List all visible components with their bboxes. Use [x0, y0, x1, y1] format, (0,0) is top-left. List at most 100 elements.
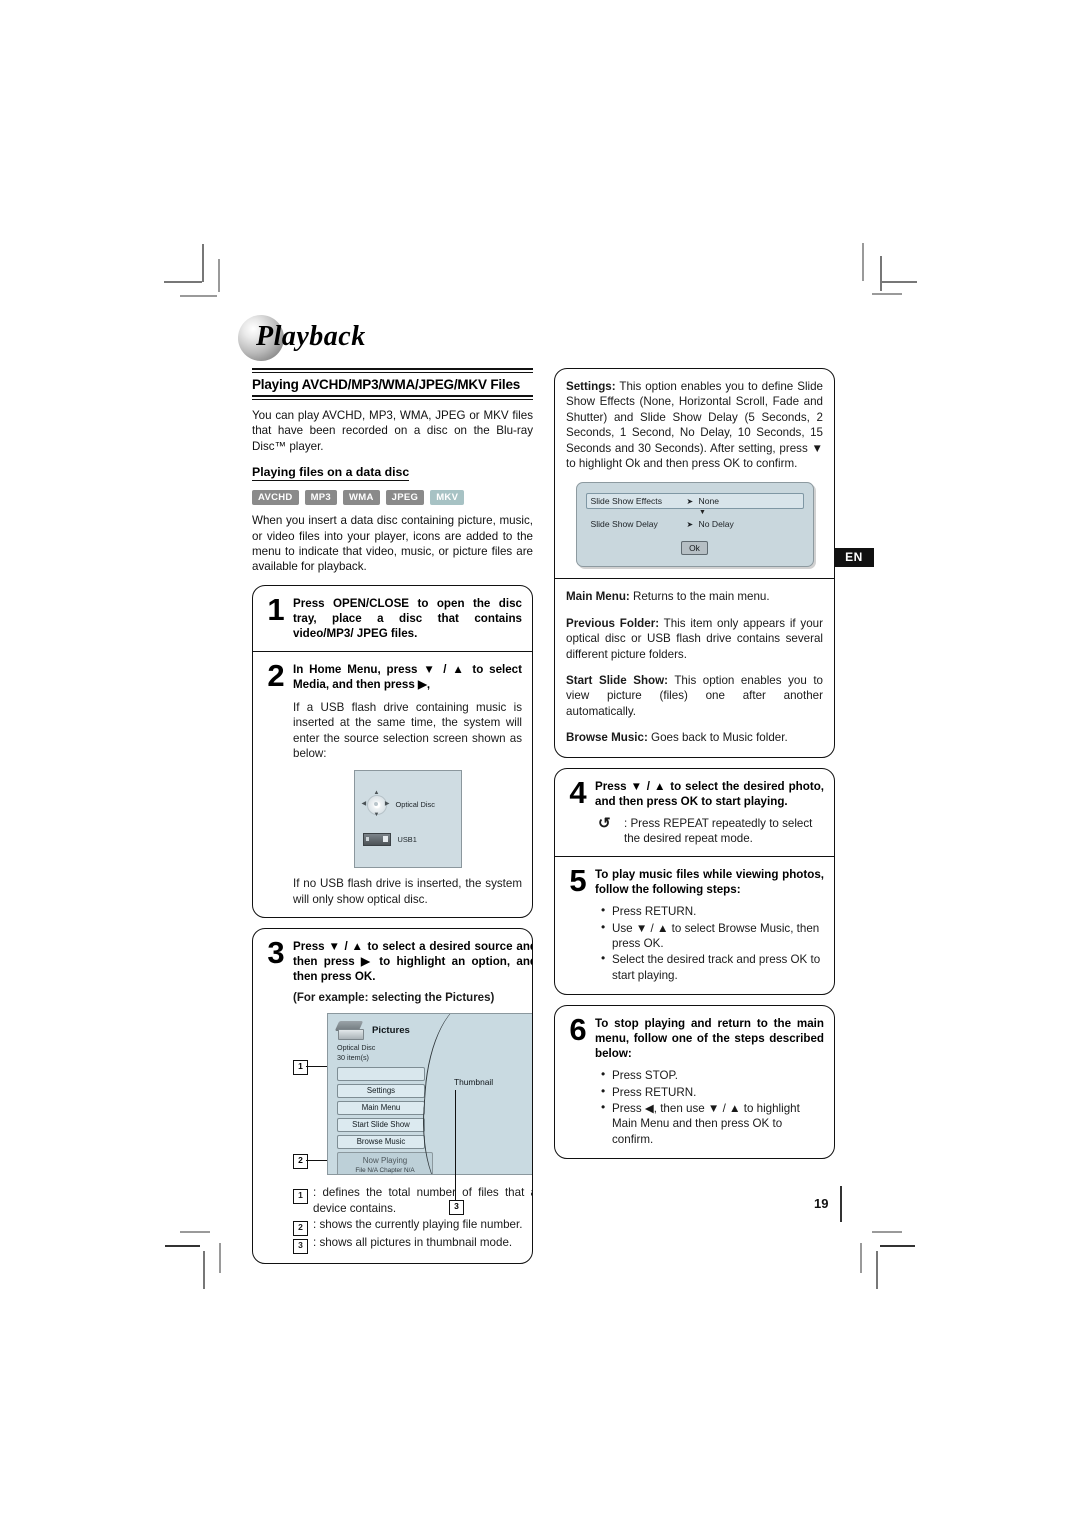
section-rule-top — [252, 368, 533, 373]
definition-browse-music-text: Goes back to Music folder. — [647, 731, 788, 745]
step-6: 6 To stop playing and return to the main… — [555, 1006, 834, 1158]
source-option-usb[interactable]: USB1 — [362, 833, 417, 847]
step-6-bullets: Press STOP. Press RETURN. Press ◀, then … — [595, 1067, 824, 1147]
footnote-2-text: : shows the currently playing file numbe… — [313, 1218, 523, 1232]
badge-mkv: MKV — [430, 490, 465, 506]
footnote-2-number: 2 — [293, 1221, 308, 1237]
step-3-number: 3 — [267, 935, 285, 971]
chapter-title: Playback — [256, 321, 366, 352]
callout-footnotes: 1 : defines the total number of files th… — [293, 1185, 532, 1255]
intro-paragraph: You can play AVCHD, MP3, WMA, JPEG or MK… — [252, 409, 533, 453]
crop-mark-bl-v — [203, 1251, 205, 1289]
pictures-btn-browse-music[interactable]: Browse Music — [337, 1135, 425, 1150]
step-5-bullets: Press RETURN. Use ▼ / ▲ to select Browse… — [595, 903, 824, 983]
definition-previous-folder-label: Previous Folder: — [566, 616, 660, 630]
crop-mark-tl-h2 — [180, 295, 217, 297]
format-badge-list: AVCHD MP3 WMA JPEG MKV — [252, 490, 533, 506]
crop-mark-bl-h — [180, 1231, 210, 1233]
step-4-text: Press ▼ / ▲ to select the desired photo,… — [595, 779, 824, 808]
step-6-number: 6 — [569, 1012, 587, 1048]
pictures-button-list: Settings Main Menu Start Slide Show Brow… — [337, 1067, 425, 1150]
definition-main-menu-label: Main Menu: — [566, 590, 630, 604]
folder-icon — [334, 1021, 364, 1041]
source-option-optical-disc[interactable]: ▲ ▼ ◀ ▶ Optical Disc — [362, 790, 435, 819]
chapter-header: Playback — [238, 315, 538, 363]
step-2-text: In Home Menu, press ▼ / ▲ to select Medi… — [293, 662, 522, 691]
callout-marker-1: 1 — [293, 1060, 308, 1076]
settings-label: Settings: — [566, 380, 616, 393]
crop-mark-tl-h — [164, 281, 202, 283]
dialog-row-slide-show-effects[interactable]: Slide Show Effects ➤ None — [585, 493, 804, 510]
callout-leader-2 — [306, 1160, 327, 1162]
step-4: 4 Press ▼ / ▲ to select the desired phot… — [555, 769, 834, 856]
step-5: 5 To play music files while viewing phot… — [555, 856, 834, 994]
now-playing-panel: Now Playing File N/A Chapter N/A — [337, 1152, 433, 1175]
crop-mark-br-h — [880, 1245, 915, 1247]
step-1-number: 1 — [267, 591, 285, 627]
definition-main-menu: Main Menu: Returns to the main menu. — [566, 589, 823, 604]
slide-show-effects-value: None — [698, 496, 720, 507]
step-6-bullet-1: Press STOP. — [601, 1067, 824, 1083]
step-3-text: Press ▼ / ▲ to select a desired source a… — [293, 940, 533, 984]
footnote-3: 3 : shows all pictures in thumbnail mode… — [293, 1235, 532, 1255]
dialog-row-slide-show-delay[interactable]: Slide Show Delay ➤ No Delay — [586, 516, 804, 532]
left-column: Playing AVCHD/MP3/WMA/JPEG/MKV Files You… — [252, 368, 533, 1265]
definition-main-menu-text: Returns to the main menu. — [629, 590, 770, 604]
definition-start-slide-show-label: Start Slide Show: — [566, 674, 668, 688]
settings-text: This option enables you to define Slide … — [566, 380, 823, 471]
section-rule-bottom — [252, 395, 533, 400]
step-5-bullet-3: Select the desired track and press OK to… — [601, 951, 824, 983]
page-title: Playing AVCHD/MP3/WMA/JPEG/MKV Files — [252, 377, 521, 392]
callout-leader-3 — [455, 1090, 456, 1201]
callout-marker-3: 3 — [449, 1200, 464, 1216]
badge-mp3: MP3 — [304, 490, 338, 506]
slide-show-effects-label: Slide Show Effects — [590, 496, 663, 507]
crop-mark-bl-h2 — [165, 1245, 200, 1247]
subsection-title: Playing files on a data disc — [252, 465, 410, 482]
language-tab: EN — [834, 548, 874, 567]
footnote-2: 2 : shows the currently playing file num… — [293, 1217, 532, 1237]
repeat-icon: ↺ — [598, 814, 611, 832]
manual-page: Playback EN 19 Playing AVCHD/MP3/WMA/JPE… — [0, 0, 1080, 1528]
usb-drive-icon — [362, 833, 391, 847]
definition-browse-music-label: Browse Music: — [566, 731, 648, 745]
source-selection-screen: ▲ ▼ ◀ ▶ Optical Disc USB1 — [353, 770, 462, 869]
step-4-repeat-text: : Press REPEAT repeatedly to select the … — [624, 816, 813, 845]
crop-mark-bl-v2 — [219, 1243, 221, 1273]
pictures-btn-main-menu[interactable]: Main Menu — [337, 1101, 425, 1116]
pictures-header: Pictures — [328, 1014, 532, 1041]
step-group-3: 3 Press ▼ / ▲ to select a desired source… — [252, 928, 533, 1265]
step-group-4-5: 4 Press ▼ / ▲ to select the desired phot… — [554, 767, 835, 996]
data-disc-paragraph: When you insert a data disc containing p… — [252, 514, 533, 574]
optical-disc-icon: ▲ ▼ ◀ ▶ — [362, 790, 390, 819]
step-1-text: Press OPEN/CLOSE to open the disc tray, … — [293, 596, 522, 640]
right-column: Settings: This option enables you to def… — [554, 368, 835, 1160]
pictures-title: Pictures — [372, 1024, 410, 1036]
callout-leader-1 — [306, 1066, 327, 1068]
settings-info-box: Settings: This option enables you to def… — [554, 368, 835, 758]
crop-mark-br-v — [876, 1251, 878, 1289]
slide-show-settings-dialog: Slide Show Effects ➤ None ▼ Slide Show D… — [575, 482, 814, 568]
step-6-text: To stop playing and return to the main m… — [595, 1017, 824, 1061]
usb-label: USB1 — [397, 835, 417, 845]
step-2-note-after: If no USB flash drive is inserted, the s… — [293, 877, 522, 906]
crop-mark-tl-v — [202, 244, 204, 282]
disc-arrow-up-icon: ▲ — [373, 790, 380, 797]
step-2-number: 2 — [267, 657, 285, 693]
crop-mark-tl-v2 — [218, 259, 220, 292]
step-group-1-2: 1 Press OPEN/CLOSE to open the disc tray… — [252, 584, 533, 919]
badge-avchd: AVCHD — [252, 490, 299, 506]
disc-arrow-down-icon: ▼ — [373, 812, 380, 819]
pictures-btn-blank[interactable] — [337, 1067, 425, 1082]
footnote-1: 1 : defines the total number of files th… — [293, 1185, 532, 1216]
step-5-text: To play music files while viewing photos… — [595, 868, 824, 897]
slide-show-delay-value: No Delay — [698, 519, 734, 530]
step-6-bullet-3: Press ◀, then use ▼ / ▲ to highlight Mai… — [601, 1100, 824, 1147]
step-2-note: If a USB flash drive containing music is… — [293, 700, 522, 761]
optical-disc-label: Optical Disc — [395, 799, 435, 809]
pictures-btn-start-slide-show[interactable]: Start Slide Show — [337, 1118, 425, 1133]
badge-wma: WMA — [343, 490, 380, 506]
pictures-btn-settings[interactable]: Settings — [337, 1084, 425, 1099]
dialog-ok-button[interactable]: Ok — [681, 541, 708, 556]
right-arrow-icon-1: ➤ — [686, 496, 694, 506]
